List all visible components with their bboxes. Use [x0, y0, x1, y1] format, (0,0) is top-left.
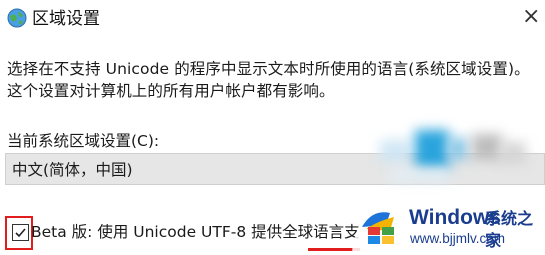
checkmark-icon: [15, 228, 26, 238]
beta-utf8-label[interactable]: Beta 版: 使用 Unicode UTF-8 提供全球语言支: [31, 221, 360, 243]
watermark: Windows 系统之家 www.bjjmlv.com: [352, 195, 545, 255]
close-icon[interactable]: ×: [522, 6, 540, 28]
locale-label: 当前系统区域设置(C):: [7, 132, 160, 150]
beta-utf8-checkbox[interactable]: [12, 224, 29, 241]
description-text: 选择在不支持 Unicode 的程序中显示文本时所使用的语言(系统区域设置)。这…: [7, 60, 530, 100]
globe-icon: [7, 8, 27, 28]
windows-logo-icon: [362, 212, 394, 244]
watermark-url: www.bjjmlv.com: [410, 231, 506, 246]
checkbox-highlight: [5, 216, 33, 250]
title-bar: 区域设置 ×: [0, 0, 545, 40]
blurred-region: [360, 120, 545, 190]
window-title: 区域设置: [32, 9, 100, 29]
locale-value: 中文(简体，中国): [12, 161, 133, 179]
